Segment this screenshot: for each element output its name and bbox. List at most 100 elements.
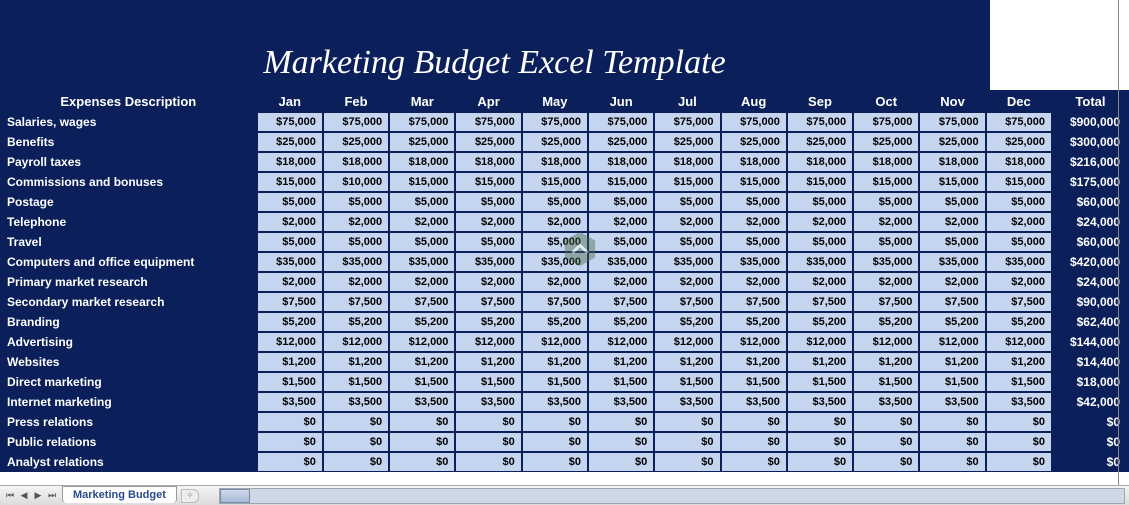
cell[interactable]: $15,000 — [588, 172, 654, 192]
row-desc[interactable]: Benefits — [0, 132, 257, 152]
cell[interactable]: $25,000 — [588, 132, 654, 152]
cell[interactable]: $5,200 — [389, 312, 455, 332]
cell[interactable]: $7,500 — [455, 292, 521, 312]
row-desc[interactable]: Press relations — [0, 412, 257, 432]
cell[interactable]: $0 — [787, 432, 853, 452]
cell[interactable]: $5,000 — [919, 192, 985, 212]
cell[interactable]: $5,000 — [522, 192, 588, 212]
header-feb[interactable]: Feb — [323, 90, 389, 112]
cell[interactable]: $5,000 — [389, 232, 455, 252]
cell[interactable]: $2,000 — [654, 272, 720, 292]
cell[interactable]: $0 — [522, 432, 588, 452]
cell[interactable]: $75,000 — [588, 112, 654, 132]
cell[interactable]: $0 — [389, 412, 455, 432]
row-desc[interactable]: Primary market research — [0, 272, 257, 292]
row-desc[interactable]: Websites — [0, 352, 257, 372]
cell[interactable]: $75,000 — [522, 112, 588, 132]
cell[interactable]: $2,000 — [323, 272, 389, 292]
cell[interactable]: $1,200 — [986, 352, 1052, 372]
cell[interactable]: $0 — [721, 452, 787, 472]
cell[interactable]: $7,500 — [853, 292, 919, 312]
cell[interactable]: $5,000 — [986, 192, 1052, 212]
cell[interactable]: $5,000 — [654, 192, 720, 212]
header-aug[interactable]: Aug — [721, 90, 787, 112]
row-desc[interactable]: Secondary market research — [0, 292, 257, 312]
next-sheet-icon[interactable]: ▶ — [32, 490, 44, 502]
cell[interactable]: $2,000 — [787, 212, 853, 232]
cell[interactable]: $35,000 — [455, 252, 521, 272]
cell[interactable]: $5,000 — [323, 192, 389, 212]
cell[interactable]: $12,000 — [323, 332, 389, 352]
cell[interactable]: $0 — [522, 412, 588, 432]
cell[interactable]: $25,000 — [257, 132, 323, 152]
cell[interactable]: $2,000 — [257, 212, 323, 232]
cell[interactable]: $5,200 — [654, 312, 720, 332]
cell[interactable]: $3,500 — [455, 392, 521, 412]
cell[interactable]: $35,000 — [986, 252, 1052, 272]
cell[interactable]: $0 — [654, 412, 720, 432]
cell[interactable]: $25,000 — [389, 132, 455, 152]
cell[interactable]: $15,000 — [257, 172, 323, 192]
cell[interactable]: $15,000 — [919, 172, 985, 192]
cell[interactable]: $5,000 — [986, 232, 1052, 252]
cell[interactable]: $1,500 — [323, 372, 389, 392]
cell[interactable]: $1,200 — [522, 352, 588, 372]
cell[interactable]: $5,000 — [853, 232, 919, 252]
cell[interactable]: $0 — [853, 412, 919, 432]
header-jun[interactable]: Jun — [588, 90, 654, 112]
cell[interactable]: $25,000 — [721, 132, 787, 152]
cell[interactable]: $5,000 — [853, 192, 919, 212]
cell[interactable]: $0 — [986, 412, 1052, 432]
cell[interactable]: $1,500 — [721, 372, 787, 392]
cell[interactable]: $5,000 — [455, 232, 521, 252]
cell[interactable]: $75,000 — [654, 112, 720, 132]
cell[interactable]: $35,000 — [257, 252, 323, 272]
cell[interactable]: $5,000 — [721, 192, 787, 212]
cell[interactable]: $1,200 — [455, 352, 521, 372]
cell[interactable]: $5,000 — [323, 232, 389, 252]
cell[interactable]: $2,000 — [588, 212, 654, 232]
cell[interactable]: $18,000 — [522, 152, 588, 172]
cell[interactable]: $35,000 — [588, 252, 654, 272]
cell[interactable]: $2,000 — [588, 272, 654, 292]
cell[interactable]: $7,500 — [588, 292, 654, 312]
cell[interactable]: $75,000 — [853, 112, 919, 132]
cell[interactable]: $3,500 — [257, 392, 323, 412]
cell[interactable]: $2,000 — [654, 212, 720, 232]
scroll-thumb[interactable] — [220, 489, 250, 503]
cell[interactable]: $3,500 — [389, 392, 455, 412]
cell[interactable]: $5,200 — [919, 312, 985, 332]
row-desc[interactable]: Direct marketing — [0, 372, 257, 392]
cell[interactable]: $7,500 — [919, 292, 985, 312]
cell[interactable]: $25,000 — [919, 132, 985, 152]
cell[interactable]: $12,000 — [522, 332, 588, 352]
cell[interactable]: $75,000 — [323, 112, 389, 132]
cell[interactable]: $18,000 — [853, 152, 919, 172]
cell[interactable]: $35,000 — [522, 252, 588, 272]
cell[interactable]: $5,000 — [588, 192, 654, 212]
row-desc[interactable]: Postage — [0, 192, 257, 212]
header-apr[interactable]: Apr — [455, 90, 521, 112]
cell[interactable]: $7,500 — [522, 292, 588, 312]
cell[interactable]: $35,000 — [389, 252, 455, 272]
cell[interactable]: $2,000 — [389, 212, 455, 232]
cell[interactable]: $2,000 — [455, 212, 521, 232]
cell[interactable]: $12,000 — [389, 332, 455, 352]
cell[interactable]: $18,000 — [323, 152, 389, 172]
cell[interactable]: $15,000 — [389, 172, 455, 192]
cell[interactable]: $0 — [588, 452, 654, 472]
cell[interactable]: $5,200 — [986, 312, 1052, 332]
cell[interactable]: $25,000 — [654, 132, 720, 152]
cell[interactable]: $15,000 — [986, 172, 1052, 192]
cell[interactable]: $3,500 — [853, 392, 919, 412]
cell[interactable]: $12,000 — [787, 332, 853, 352]
cell[interactable]: $0 — [455, 412, 521, 432]
cell[interactable]: $18,000 — [588, 152, 654, 172]
cell[interactable]: $75,000 — [919, 112, 985, 132]
last-sheet-icon[interactable]: ⏭ — [46, 490, 58, 502]
cell[interactable]: $5,000 — [455, 192, 521, 212]
cell[interactable]: $12,000 — [919, 332, 985, 352]
cell[interactable]: $2,000 — [787, 272, 853, 292]
cell[interactable]: $75,000 — [257, 112, 323, 132]
cell[interactable]: $18,000 — [986, 152, 1052, 172]
